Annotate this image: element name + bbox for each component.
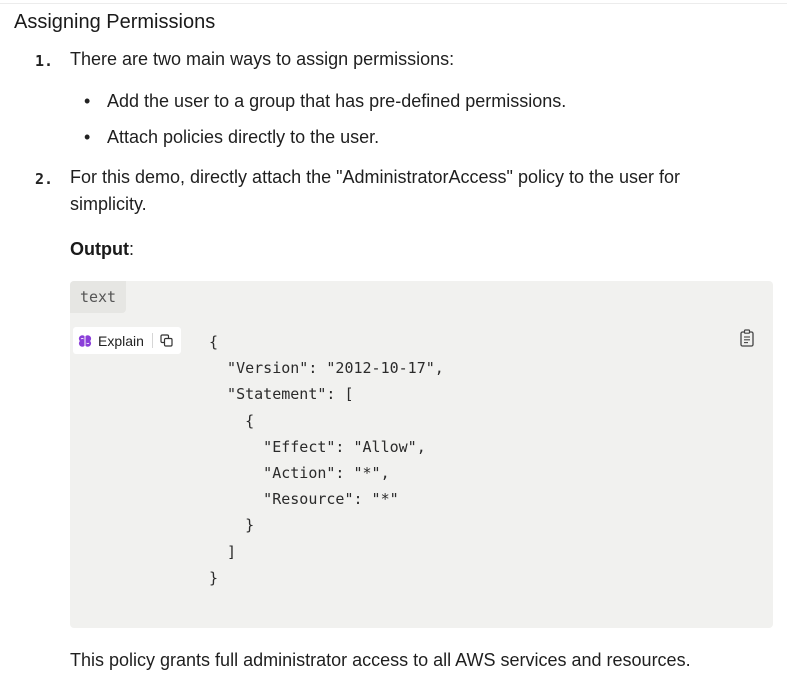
step-text-2-line-2: simplicity. bbox=[70, 194, 147, 214]
code-content: { "Version": "2012-10-17", "Statement": … bbox=[209, 333, 444, 587]
bullet-item-2: Attach policies directly to the user. bbox=[107, 127, 380, 147]
step-number-1: 1. bbox=[35, 52, 54, 70]
output-label: Output: bbox=[70, 236, 134, 262]
code-language-tag: text bbox=[70, 281, 126, 313]
output-label-colon: : bbox=[128, 239, 134, 259]
section-title: Assigning Permissions bbox=[14, 11, 216, 33]
toolbar-separator bbox=[151, 333, 153, 348]
clipboard-icon[interactable] bbox=[740, 329, 754, 347]
output-label-text: Output bbox=[70, 239, 129, 259]
explain-toolbar: Explain bbox=[73, 327, 181, 354]
code-block: text Explain { "Version": "2012-10-17", … bbox=[70, 281, 773, 628]
bullet-dot: • bbox=[84, 91, 91, 111]
brain-icon[interactable] bbox=[78, 334, 92, 348]
bullet-dot: • bbox=[84, 127, 91, 147]
top-divider bbox=[0, 3, 787, 4]
step-number-2: 2. bbox=[35, 170, 54, 188]
bullet-item-1: Add the user to a group that has pre-def… bbox=[107, 91, 567, 111]
footer-text: This policy grants full administrator ac… bbox=[70, 650, 691, 670]
step-text-1: There are two main ways to assign permis… bbox=[70, 49, 455, 69]
copy-icon[interactable] bbox=[160, 334, 173, 347]
step-text-2-line-1: For this demo, directly attach the "Admi… bbox=[70, 167, 681, 187]
explain-button[interactable]: Explain bbox=[98, 333, 144, 349]
